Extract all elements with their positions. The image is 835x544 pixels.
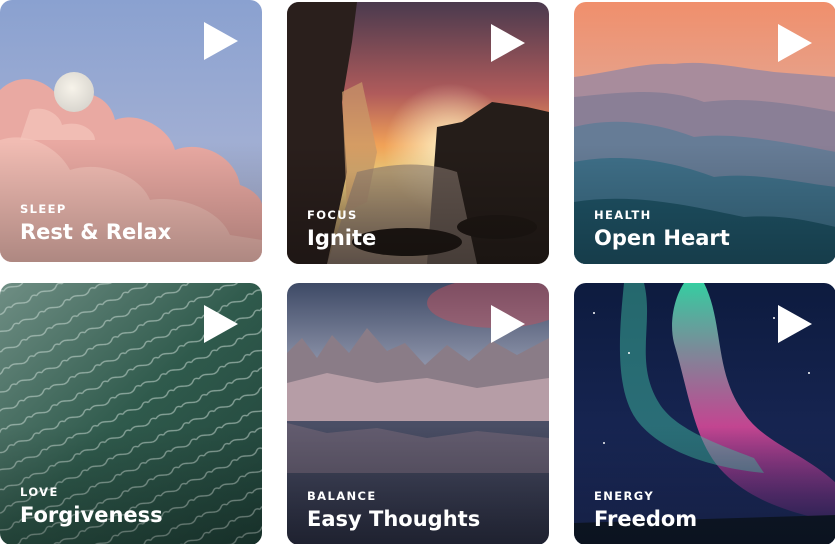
card-easy-thoughts[interactable]: BALANCE Easy Thoughts <box>287 283 549 544</box>
card-category: BALANCE <box>307 489 377 503</box>
card-title: Open Heart <box>594 226 730 250</box>
play-icon[interactable] <box>776 22 814 64</box>
card-title: Easy Thoughts <box>307 507 481 531</box>
card-open-heart[interactable]: HEALTH Open Heart <box>574 2 835 264</box>
card-category: ENERGY <box>594 489 655 503</box>
play-icon[interactable] <box>489 22 527 64</box>
meditation-card-grid: SLEEP Rest & Relax FOCUS Ignite HEALTH O… <box>0 0 835 544</box>
card-category: SLEEP <box>20 202 67 216</box>
card-category: FOCUS <box>307 208 358 222</box>
card-ignite[interactable]: FOCUS Ignite <box>287 2 549 264</box>
card-category: HEALTH <box>594 208 652 222</box>
play-icon[interactable] <box>202 20 240 62</box>
card-category: LOVE <box>20 485 59 499</box>
card-rest-and-relax[interactable]: SLEEP Rest & Relax <box>0 0 262 262</box>
play-icon[interactable] <box>202 303 240 345</box>
card-title: Rest & Relax <box>20 220 172 244</box>
card-title: Ignite <box>307 226 377 250</box>
card-title: Forgiveness <box>20 503 163 527</box>
play-icon[interactable] <box>489 303 527 345</box>
card-forgiveness[interactable]: LOVE Forgiveness <box>0 283 262 544</box>
card-freedom[interactable]: ENERGY Freedom <box>574 283 835 544</box>
play-icon[interactable] <box>776 303 814 345</box>
card-title: Freedom <box>594 507 698 531</box>
